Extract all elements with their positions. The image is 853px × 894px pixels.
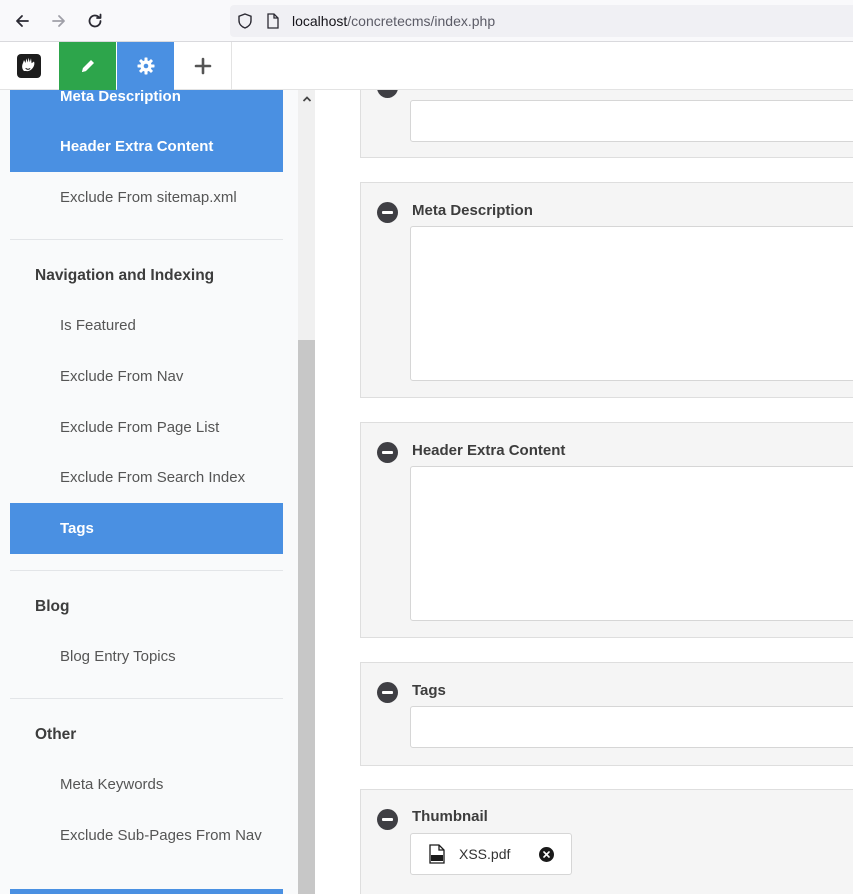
plus-icon bbox=[194, 57, 212, 75]
shield-icon bbox=[238, 13, 252, 29]
cms-toolbar bbox=[0, 42, 853, 90]
sidebar-item-meta-description[interactable]: Meta Description bbox=[10, 90, 283, 122]
panel-title: Header Extra Content bbox=[412, 442, 566, 459]
scroll-up-button[interactable] bbox=[298, 90, 315, 107]
remove-file-button[interactable] bbox=[539, 847, 554, 862]
attribute-input[interactable] bbox=[410, 100, 853, 142]
remove-attribute-icon[interactable] bbox=[377, 202, 398, 223]
url-host: localhost bbox=[292, 13, 348, 29]
attribute-panel-header-extra-content: Header Extra Content bbox=[360, 422, 853, 638]
attribute-panel-tags: Tags bbox=[360, 662, 853, 766]
sidebar-item-exclude-sub-pages-from-nav[interactable]: Exclude Sub-Pages From Nav bbox=[10, 813, 283, 883]
edit-mode-button[interactable] bbox=[59, 42, 116, 90]
sidebar-item-exclude-from-sitemap[interactable]: Exclude From sitemap.xml bbox=[10, 172, 283, 223]
sidebar-item-next[interactable] bbox=[10, 889, 283, 894]
page-settings-button[interactable] bbox=[117, 42, 174, 90]
sidebar-item-blog-entry-topics[interactable]: Blog Entry Topics bbox=[10, 631, 283, 682]
scrollbar-thumb[interactable] bbox=[298, 340, 315, 894]
address-bar[interactable]: localhost/concretecms/index.php bbox=[230, 5, 853, 37]
forward-button[interactable] bbox=[45, 7, 73, 35]
panel-title: Meta Description bbox=[412, 202, 533, 219]
sidebar-item-is-featured[interactable]: Is Featured bbox=[10, 300, 283, 351]
meta-description-textarea[interactable] bbox=[410, 226, 853, 381]
url-path: /concretecms/index.php bbox=[347, 13, 496, 29]
sidebar-item-tags[interactable]: Tags bbox=[10, 503, 283, 554]
sidebar-item-header-extra-content[interactable]: Header Extra Content bbox=[10, 121, 283, 172]
arrow-right-icon bbox=[52, 15, 65, 27]
sidebar-item-meta-keywords[interactable]: Meta Keywords bbox=[10, 759, 283, 810]
sidebar-heading-navigation-and-indexing: Navigation and Indexing bbox=[35, 267, 215, 284]
reload-button[interactable] bbox=[81, 7, 109, 35]
browser-toolbar: localhost/concretecms/index.php bbox=[0, 0, 853, 42]
attributes-sidebar: Meta Description Header Extra Content Ex… bbox=[0, 90, 298, 894]
panel-title: Thumbnail bbox=[412, 808, 488, 825]
chevron-up-icon bbox=[302, 95, 311, 102]
sidebar-item-exclude-from-nav[interactable]: Exclude From Nav bbox=[10, 351, 283, 402]
sidebar-divider bbox=[10, 570, 283, 571]
pdf-file-icon bbox=[429, 844, 445, 864]
sidebar-divider bbox=[10, 698, 283, 699]
attribute-panel-top bbox=[360, 90, 853, 158]
add-content-button[interactable] bbox=[175, 42, 232, 90]
remove-attribute-icon[interactable] bbox=[377, 442, 398, 463]
sidebar-item-exclude-from-page-list[interactable]: Exclude From Page List bbox=[10, 402, 283, 453]
sidebar-divider bbox=[10, 239, 283, 240]
remove-attribute-icon[interactable] bbox=[377, 809, 398, 830]
sidebar-heading-other: Other bbox=[35, 726, 77, 743]
attribute-panel-thumbnail: Thumbnail XSS.pdf bbox=[360, 789, 853, 894]
sidebar-item-exclude-from-search-index[interactable]: Exclude From Search Index bbox=[10, 452, 283, 503]
thumbnail-file-selector[interactable]: XSS.pdf bbox=[410, 833, 572, 875]
panel-title: Tags bbox=[412, 682, 446, 699]
page-icon bbox=[267, 13, 279, 29]
thumbnail-file-name: XSS.pdf bbox=[459, 846, 511, 862]
url-text: localhost/concretecms/index.php bbox=[292, 13, 495, 29]
remove-attribute-icon[interactable] bbox=[377, 90, 398, 98]
sidebar-scrollbar[interactable] bbox=[298, 90, 315, 894]
pencil-icon bbox=[81, 60, 94, 72]
concrete-logo-icon bbox=[17, 54, 41, 78]
gear-icon bbox=[137, 57, 154, 75]
tags-input[interactable] bbox=[410, 706, 853, 748]
close-icon bbox=[543, 851, 550, 858]
header-extra-content-textarea[interactable] bbox=[410, 466, 853, 621]
sidebar-heading-blog: Blog bbox=[35, 598, 70, 615]
concrete-logo-button[interactable] bbox=[0, 42, 58, 90]
attributes-main: Meta Description Header Extra Content Ta… bbox=[315, 90, 853, 894]
arrow-left-icon bbox=[16, 15, 29, 27]
remove-attribute-icon[interactable] bbox=[377, 682, 398, 703]
attribute-panel-meta-description: Meta Description bbox=[360, 182, 853, 398]
back-button[interactable] bbox=[8, 7, 36, 35]
reload-icon bbox=[88, 13, 102, 28]
